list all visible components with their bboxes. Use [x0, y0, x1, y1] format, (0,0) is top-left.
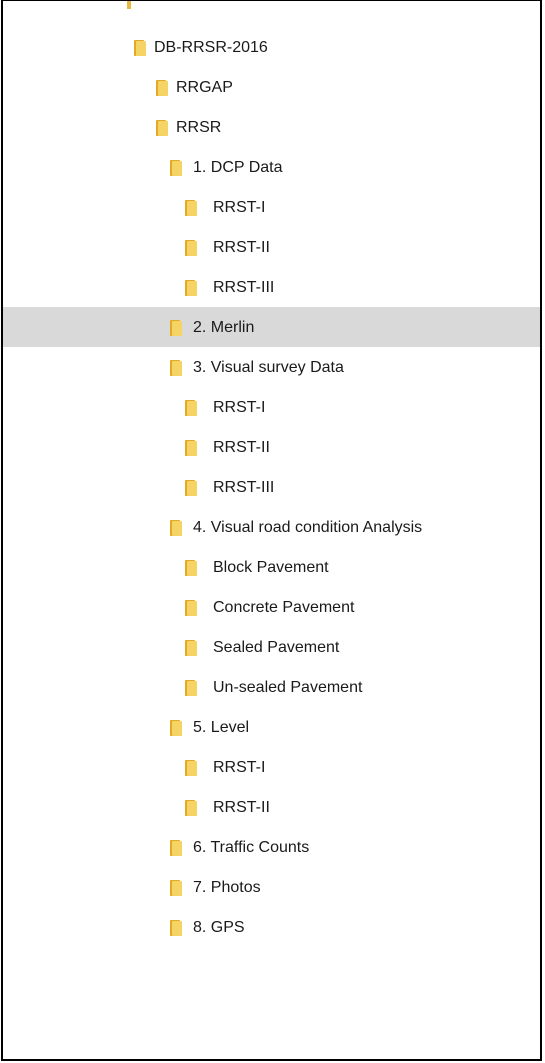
- tree-item[interactable]: 3. Visual survey Data: [3, 347, 540, 387]
- tree-item-label: RRSR: [176, 119, 222, 136]
- folder-icon: [185, 600, 197, 616]
- folder-icon: [185, 680, 197, 696]
- tree-item[interactable]: DB-RRSR-2016: [3, 27, 540, 67]
- tree-item-label: 5. Level: [193, 719, 250, 736]
- folder-icon: [156, 80, 168, 96]
- folder-icon: [185, 760, 197, 776]
- tree-item-label: RRST-I: [213, 199, 266, 216]
- tree-item-label: RRGAP: [176, 79, 233, 96]
- tree-item[interactable]: RRST-II: [3, 227, 540, 267]
- tree-item[interactable]: 2. Merlin: [3, 307, 540, 347]
- folder-icon: [185, 800, 197, 816]
- tree-item-label: RRST-I: [213, 759, 266, 776]
- tree-item[interactable]: Un-sealed Pavement: [3, 667, 540, 707]
- folder-tree-panel: DB-RRSR-2016 RRGAP RRSR 1. DCP Data RRST-I RR…: [1, 0, 542, 1061]
- tree-item[interactable]: 7. Photos: [3, 867, 540, 907]
- folder-icon: [170, 840, 182, 856]
- tree-item-label: RRST-I: [213, 399, 266, 416]
- tree-item[interactable]: RRSR: [3, 107, 540, 147]
- tree-item-label: 7. Photos: [193, 879, 261, 896]
- tree-item[interactable]: RRST-I: [3, 187, 540, 227]
- tree-item-label: RRST-II: [213, 439, 270, 456]
- clipped-folder-icon: [127, 1, 131, 9]
- tree-item-label: Un-sealed Pavement: [213, 679, 363, 696]
- tree-item-label: Sealed Pavement: [213, 639, 340, 656]
- folder-icon: [185, 280, 197, 296]
- tree-item[interactable]: 6. Traffic Counts: [3, 827, 540, 867]
- tree-item[interactable]: 1. DCP Data: [3, 147, 540, 187]
- tree-item[interactable]: RRST-I: [3, 747, 540, 787]
- tree-item-label: RRST-III: [213, 479, 275, 496]
- tree-item-label: 2. Merlin: [193, 319, 255, 336]
- folder-icon: [156, 120, 168, 136]
- folder-icon: [134, 40, 146, 56]
- folder-icon: [185, 640, 197, 656]
- folder-tree: DB-RRSR-2016 RRGAP RRSR 1. DCP Data RRST-I RR…: [3, 27, 540, 947]
- tree-item-label: Block Pavement: [213, 559, 329, 576]
- folder-icon: [170, 520, 182, 536]
- tree-item-label: 3. Visual survey Data: [193, 359, 344, 376]
- tree-item-label: DB-RRSR-2016: [154, 39, 268, 56]
- folder-icon: [170, 720, 182, 736]
- folder-icon: [185, 200, 197, 216]
- tree-item-label: RRST-II: [213, 239, 270, 256]
- tree-item-label: RRST-II: [213, 799, 270, 816]
- tree-item[interactable]: 8. GPS: [3, 907, 540, 947]
- folder-icon: [170, 920, 182, 936]
- tree-item-label: 4. Visual road condition Analysis: [193, 519, 423, 536]
- tree-item[interactable]: Block Pavement: [3, 547, 540, 587]
- tree-item[interactable]: RRST-I: [3, 387, 540, 427]
- folder-icon: [185, 400, 197, 416]
- tree-item-label: Concrete Pavement: [213, 599, 355, 616]
- folder-icon: [170, 880, 182, 896]
- folder-icon: [185, 560, 197, 576]
- tree-item[interactable]: RRST-II: [3, 427, 540, 467]
- folder-icon: [170, 160, 182, 176]
- folder-icon: [185, 440, 197, 456]
- tree-item[interactable]: 4. Visual road condition Analysis: [3, 507, 540, 547]
- tree-item[interactable]: RRGAP: [3, 67, 540, 107]
- folder-icon: [170, 320, 182, 336]
- tree-item[interactable]: Sealed Pavement: [3, 627, 540, 667]
- tree-item-label: RRST-III: [213, 279, 275, 296]
- tree-item-label: 8. GPS: [193, 919, 245, 936]
- tree-item[interactable]: 5. Level: [3, 707, 540, 747]
- folder-icon: [170, 360, 182, 376]
- tree-item[interactable]: RRST-III: [3, 267, 540, 307]
- folder-icon: [185, 240, 197, 256]
- tree-item[interactable]: RRST-III: [3, 467, 540, 507]
- tree-item-label: 6. Traffic Counts: [193, 839, 310, 856]
- folder-icon: [185, 480, 197, 496]
- tree-item-label: 1. DCP Data: [193, 159, 283, 176]
- tree-item[interactable]: RRST-II: [3, 787, 540, 827]
- tree-item[interactable]: Concrete Pavement: [3, 587, 540, 627]
